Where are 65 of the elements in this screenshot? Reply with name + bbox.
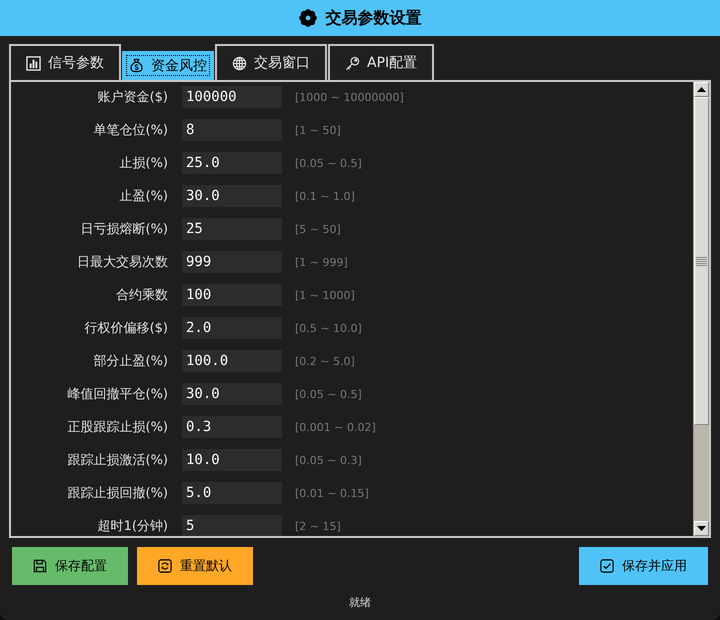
range-hint: [5 ~ 50] [295, 222, 341, 236]
field-label: 日最大交易次数 [76, 254, 168, 271]
caret-down-icon [697, 526, 706, 531]
field-label: 跟踪止损回撤(%) [66, 485, 168, 502]
range-hint: [1 ~ 1000] [295, 288, 355, 302]
bar-chart-icon [26, 56, 41, 70]
field-label: 单笔仓位(%) [92, 122, 168, 139]
money-bag-icon [129, 58, 144, 73]
range-hint: [1 ~ 50] [295, 124, 341, 136]
range-hint: [0.1 ~ 1.0] [295, 190, 355, 202]
input-field[interactable]: 5 [182, 515, 282, 536]
tab[interactable]: API配置 [328, 44, 434, 80]
input-field[interactable]: 999 [182, 251, 282, 273]
save-button[interactable]: 保存配置 [12, 547, 128, 585]
scrollbar-track[interactable] [693, 82, 709, 536]
save-apply-button[interactable]: 保存并应用 [579, 547, 708, 585]
tab[interactable]: 信号参数 [9, 44, 121, 80]
field-label: 日亏损熔断(%) [80, 221, 168, 238]
gear-icon [298, 9, 316, 27]
field-label: 跟踪止损激活(%) [66, 452, 168, 469]
field-label: 超时1(分钟) [96, 518, 168, 535]
range-hint: [0.01 ~ 0.15] [295, 486, 369, 500]
input-field[interactable]: 100.0 [182, 350, 282, 372]
scroll-down-button[interactable] [694, 521, 709, 536]
input-field[interactable]: 10.0 [182, 449, 282, 471]
range-hint: [0.001 ~ 0.02] [295, 420, 376, 434]
range-hint: [2 ~ 15] [295, 520, 341, 532]
scroll-up-button[interactable] [694, 82, 709, 97]
input-field[interactable]: 100 [182, 284, 282, 306]
field-label: 部分止盈(%) [92, 353, 168, 370]
range-hint: [0.2 ~ 5.0] [295, 354, 355, 368]
input-field[interactable]: 30.0 [182, 185, 282, 207]
field-label: 止盈(%) [118, 188, 168, 205]
field-label: 合约乘数 [115, 287, 168, 304]
status-text: 就绪 [349, 595, 371, 610]
field-label: 峰值回撤平仓(%) [66, 386, 168, 403]
caret-up-icon [697, 87, 706, 92]
range-hint: [0.05 ~ 0.3] [295, 454, 362, 466]
field-label: 正股跟踪止损(%) [66, 419, 168, 436]
input-field[interactable]: 8 [182, 119, 282, 141]
field-label: 止损(%) [118, 155, 168, 172]
checkbox-tick-icon [600, 559, 614, 573]
floppy-disk-icon [33, 559, 47, 573]
globe-icon [232, 56, 247, 70]
input-field[interactable]: 0.3 [182, 416, 282, 438]
input-field[interactable]: 30.0 [182, 383, 282, 405]
range-hint: [0.05 ~ 0.5] [295, 156, 362, 170]
range-hint: [0.05 ~ 0.5] [295, 388, 362, 400]
refresh-icon [158, 559, 172, 573]
window-title: 交易参数设置 [326, 8, 422, 28]
scrollbar-thumb[interactable] [694, 97, 709, 425]
key-icon [345, 56, 360, 70]
reset-button[interactable]: 重置默认 [137, 547, 253, 585]
range-hint: [1 ~ 999] [295, 256, 348, 268]
field-label: 行权价偏移($) [84, 320, 168, 337]
tab[interactable]: 资金风控 [122, 51, 214, 80]
input-field[interactable]: 25 [182, 218, 282, 240]
input-field[interactable]: 100000 [182, 86, 282, 108]
input-field[interactable]: 5.0 [182, 482, 282, 504]
range-hint: [0.5 ~ 10.0] [295, 322, 362, 334]
range-hint: [1000 ~ 10000000] [295, 90, 404, 104]
field-label: 账户资金($) [96, 89, 168, 106]
input-field[interactable]: 2.0 [182, 317, 282, 339]
tab[interactable]: 交易窗口 [215, 44, 327, 80]
input-field[interactable]: 25.0 [182, 152, 282, 174]
